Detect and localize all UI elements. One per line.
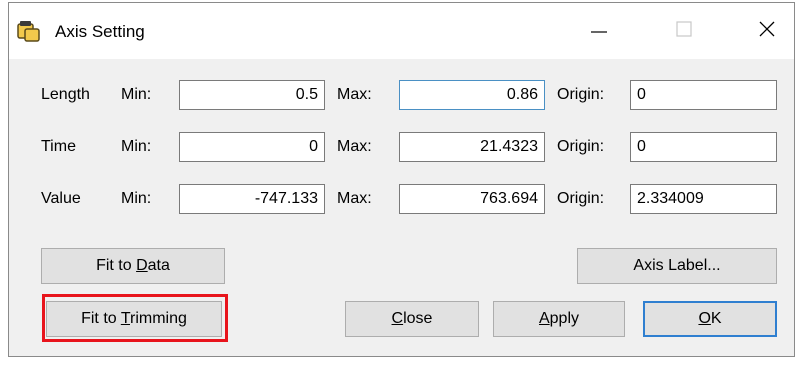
apply-button-label: Apply: [538, 310, 580, 327]
fit-to-data-button[interactable]: Fit to Data: [41, 248, 225, 284]
fit-to-trimming-highlight-box: [42, 294, 228, 342]
length-min-label: Min:: [121, 86, 152, 103]
value-row-label: Value: [41, 190, 81, 207]
time-min-field[interactable]: 0: [179, 132, 325, 162]
time-max-field[interactable]: 21.4323: [399, 132, 545, 162]
maximize-icon: [674, 19, 694, 44]
length-origin-label: Origin:: [557, 86, 605, 103]
close-button[interactable]: Close: [345, 301, 479, 337]
axis-label-button-label: Axis Label...: [633, 257, 721, 274]
time-min-label: Min:: [121, 138, 152, 155]
time-row-label: Time: [41, 138, 76, 155]
length-row-label: Length: [41, 86, 90, 103]
length-origin-field[interactable]: 0: [630, 80, 777, 110]
ok-button-label: OK: [698, 310, 722, 327]
apply-button[interactable]: Apply: [493, 301, 625, 337]
axis-setting-dialog: Axis Setting Length Min: 0.5 Max: 0.86 O…: [8, 2, 795, 357]
time-max-label: Max:: [337, 138, 372, 155]
length-max-label: Max:: [337, 86, 372, 103]
axis-setting-app-icon: [17, 20, 41, 42]
axis-label-button[interactable]: Axis Label...: [577, 248, 777, 284]
minimize-icon: [589, 19, 609, 44]
value-min-field[interactable]: -747.133: [179, 184, 325, 214]
fit-to-data-label: Fit to Data: [96, 257, 170, 274]
length-min-field[interactable]: 0.5: [179, 80, 325, 110]
value-origin-field[interactable]: 2.334009: [630, 184, 777, 214]
close-icon: [757, 19, 777, 44]
value-origin-label: Origin:: [557, 190, 605, 207]
value-min-label: Min:: [121, 190, 152, 207]
ok-button[interactable]: OK: [643, 301, 777, 337]
close-window-button[interactable]: [737, 11, 797, 51]
time-origin-label: Origin:: [557, 138, 605, 155]
title-bar[interactable]: Axis Setting: [9, 3, 794, 59]
window-title: Axis Setting: [55, 22, 145, 41]
value-max-field[interactable]: 763.694: [399, 184, 545, 214]
close-button-label: Close: [391, 310, 433, 327]
minimize-button[interactable]: [569, 11, 629, 51]
time-origin-field[interactable]: 0: [630, 132, 777, 162]
value-max-label: Max:: [337, 190, 372, 207]
maximize-button: [654, 11, 714, 51]
length-max-field[interactable]: 0.86: [399, 80, 545, 110]
